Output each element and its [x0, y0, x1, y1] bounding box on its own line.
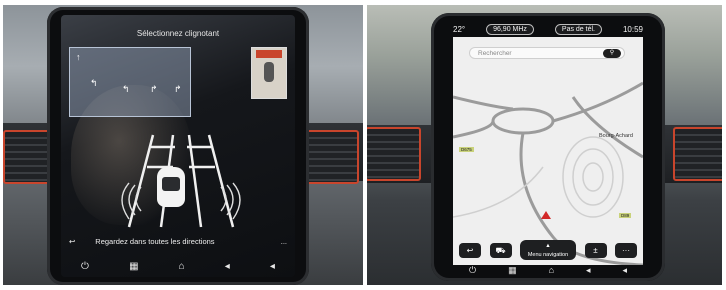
navigation-map-screen[interactable]: Rechercher ⚲ Bourg-Achard D675 D89 ↩ ⛟ ▲… [453, 37, 643, 265]
back-button[interactable]: ↩ [69, 237, 75, 246]
bottom-nav-bar: ⏻ ▦ ⌂ ◂ ◂ [453, 263, 643, 277]
grid-icon[interactable]: ▦ [508, 265, 517, 276]
search-placeholder: Rechercher [478, 50, 512, 57]
tablet-display-right: 22° 96,90 MHz Pas de tél. 10:59 Recherch… [431, 13, 665, 281]
home-icon[interactable]: ⌂ [179, 261, 185, 272]
air-vent-left [367, 127, 421, 181]
more-options-button[interactable]: ··· [615, 242, 637, 258]
air-vent-right [303, 130, 359, 184]
phone-status-text: Pas de tél. [561, 25, 595, 33]
navigation-menu-button[interactable]: ▲ Menu navigation [520, 240, 576, 260]
air-vent-right [673, 127, 722, 181]
volume-up-icon[interactable]: ◂ [622, 265, 627, 276]
home-icon[interactable]: ⌂ [549, 265, 554, 275]
indicator-arrow-icon: ↑ [76, 52, 81, 62]
turn-icon: ↰ [122, 84, 130, 94]
power-icon[interactable]: ⏻ [469, 265, 476, 276]
rear-camera-thumbnail[interactable] [251, 47, 287, 99]
volume-down-icon[interactable]: ◂ [586, 265, 591, 276]
traffic-icon[interactable]: ⛟ [489, 242, 512, 258]
bottom-nav-bar: ⏻ ▦ ⌂ ◂ ◂ [61, 255, 295, 277]
radio-station-pill[interactable]: 96,90 MHz [486, 23, 534, 35]
indicator-selection-panel[interactable]: ↑ ↰ ↰ ↱ ↱ [69, 47, 191, 117]
status-bar: 22° 96,90 MHz Pas de tél. 10:59 [453, 21, 643, 37]
road-tag: D89 [619, 213, 632, 218]
vehicle-position-icon [541, 211, 551, 219]
turn-left-icon: ↰ [90, 78, 98, 88]
volume-down-icon[interactable]: ◂ [225, 261, 230, 272]
radio-frequency: 96,90 MHz [493, 25, 527, 33]
right-photo-navigation-screen: 22° 96,90 MHz Pas de tél. 10:59 Recherch… [367, 5, 722, 285]
car-top-view-icon [157, 167, 185, 207]
turn-right-icon: ↱ [174, 84, 182, 94]
turn-right-icon: ↱ [150, 84, 158, 94]
map-controls: ↩ ⛟ ▲ Menu navigation ± ··· [453, 239, 643, 261]
volume-up-icon[interactable]: ◂ [270, 261, 275, 272]
power-icon[interactable]: ⏻ [81, 261, 89, 272]
parking-assist-screen: Sélectionnez clignotant ↑ ↰ ↰ ↱ ↱ ↩ Rega… [61, 15, 295, 277]
more-options-button[interactable]: ... [281, 237, 287, 246]
zoom-icon[interactable]: ± [584, 242, 607, 258]
tablet-display-left: Sélectionnez clignotant ↑ ↰ ↰ ↱ ↱ ↩ Rega… [47, 7, 309, 285]
menu-label: Menu navigation [527, 252, 569, 258]
screen-title: Sélectionnez clignotant [136, 29, 220, 38]
warning-message: Regardez dans toutes les directions [95, 236, 215, 246]
message-bar: ↩ Regardez dans toutes les directions ..… [69, 233, 287, 249]
back-button[interactable]: ↩ [459, 242, 481, 258]
search-icon[interactable]: ⚲ [603, 49, 621, 58]
phone-status-pill[interactable]: Pas de tél. [554, 23, 602, 35]
road-tag: D675 [459, 147, 474, 152]
camera-car-icon [256, 50, 282, 82]
clock: 10:59 [622, 24, 643, 34]
place-label: Bourg-Achard [599, 133, 633, 139]
map-roads-graphic [453, 81, 643, 265]
left-photo-parking-screen: Sélectionnez clignotant ↑ ↰ ↰ ↱ ↱ ↩ Rega… [3, 5, 363, 285]
grid-icon[interactable]: ▦ [129, 261, 138, 272]
temperature-readout: 22° [453, 24, 466, 34]
search-input[interactable]: Rechercher ⚲ [469, 47, 625, 59]
